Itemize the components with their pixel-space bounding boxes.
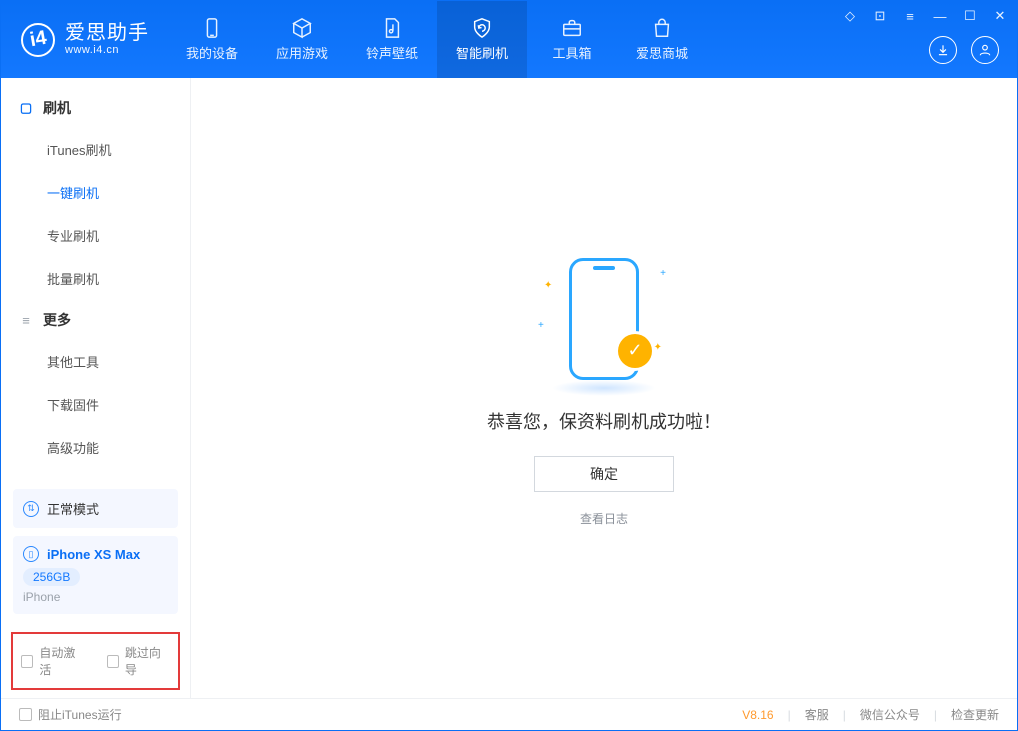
footer-wechat-link[interactable]: 微信公众号 <box>860 706 920 723</box>
logo-text: 爱思助手 www.i4.cn <box>65 22 149 56</box>
tab-label: 工具箱 <box>552 43 591 62</box>
tab-apps-games[interactable]: 应用游戏 <box>257 1 347 78</box>
version-label: V8.16 <box>742 708 773 722</box>
tab-label: 应用游戏 <box>276 43 328 62</box>
tab-label: 智能刷机 <box>456 43 508 62</box>
view-log-link[interactable]: 查看日志 <box>580 510 628 527</box>
sidebar-item-oneclick-flash[interactable]: 一键刷机 <box>1 171 190 214</box>
checkbox-block-itunes[interactable]: 阻止iTunes运行 <box>19 706 122 723</box>
skin-icon[interactable]: ◇ <box>839 5 861 27</box>
footer-support-link[interactable]: 客服 <box>805 706 829 723</box>
checkmark-badge-icon: ✓ <box>618 334 652 368</box>
sidebar-item-other-tools[interactable]: 其他工具 <box>1 340 190 383</box>
sidebar: ▢ 刷机 iTunes刷机 一键刷机 专业刷机 批量刷机 ≡ 更多 其他工具 下… <box>1 78 191 698</box>
sidebar-item-download-firmware[interactable]: 下载固件 <box>1 383 190 426</box>
tab-label: 爱思商城 <box>636 43 688 62</box>
options-highlight: 自动激活 跳过向导 <box>11 632 180 690</box>
device-name: iPhone XS Max <box>47 547 140 562</box>
tab-toolbox[interactable]: 工具箱 <box>527 1 617 78</box>
device-type: iPhone <box>23 590 168 604</box>
tab-label: 我的设备 <box>186 43 238 62</box>
header-tabs: 我的设备 应用游戏 铃声壁纸 智能刷机 工具箱 爱思商城 <box>167 1 707 78</box>
success-illustration: ✓ ✦ + + ✦ <box>524 250 684 390</box>
music-file-icon <box>380 17 404 39</box>
checkbox-label: 阻止iTunes运行 <box>38 706 122 723</box>
footer-check-update-link[interactable]: 检查更新 <box>951 706 999 723</box>
checkbox-auto-activate[interactable]: 自动激活 <box>21 644 85 678</box>
header-right-buttons <box>929 36 999 64</box>
sidebar-item-itunes-flash[interactable]: iTunes刷机 <box>1 128 190 171</box>
tab-smart-flash[interactable]: 智能刷机 <box>437 1 527 78</box>
close-button[interactable]: ✕ <box>989 5 1011 27</box>
header: i4 爱思助手 www.i4.cn 我的设备 应用游戏 铃声壁纸 智能刷机 <box>1 1 1017 78</box>
app-window: i4 爱思助手 www.i4.cn 我的设备 应用游戏 铃声壁纸 智能刷机 <box>0 0 1018 731</box>
feedback-icon[interactable]: ⊡ <box>869 5 891 27</box>
tab-label: 铃声壁纸 <box>366 43 418 62</box>
device-panel[interactable]: ▯ iPhone XS Max 256GB iPhone <box>13 536 178 614</box>
sidebar-item-batch-flash[interactable]: 批量刷机 <box>1 257 190 300</box>
sparkle-icon: + <box>660 268 666 279</box>
download-icon <box>936 43 950 57</box>
ok-button[interactable]: 确定 <box>534 456 674 492</box>
sparkle-icon: ✦ <box>544 280 552 291</box>
sidebar-item-advanced[interactable]: 高级功能 <box>1 426 190 469</box>
app-name: 爱思助手 <box>65 22 149 44</box>
list-icon: ≡ <box>19 313 33 327</box>
minimize-button[interactable]: — <box>929 5 951 27</box>
user-icon <box>978 43 992 57</box>
checkbox-label: 自动激活 <box>39 644 84 678</box>
checkbox-icon <box>19 708 32 721</box>
body: ▢ 刷机 iTunes刷机 一键刷机 专业刷机 批量刷机 ≡ 更多 其他工具 下… <box>1 78 1017 698</box>
section-label: 刷机 <box>43 98 71 118</box>
shield-refresh-icon <box>470 17 494 39</box>
app-url: www.i4.cn <box>65 44 149 56</box>
download-button[interactable] <box>929 36 957 64</box>
checkbox-label: 跳过向导 <box>125 644 170 678</box>
toolbox-icon <box>560 17 584 39</box>
tab-store[interactable]: 爱思商城 <box>617 1 707 78</box>
mode-icon: ⇅ <box>23 501 39 517</box>
mode-panel[interactable]: ⇅ 正常模式 <box>13 489 178 528</box>
tab-ringtones-wallpapers[interactable]: 铃声壁纸 <box>347 1 437 78</box>
checkbox-icon <box>107 655 119 668</box>
phone-small-icon: ▯ <box>23 546 39 562</box>
footer: 阻止iTunes运行 V8.16 | 客服 | 微信公众号 | 检查更新 <box>1 698 1017 730</box>
maximize-button[interactable]: ☐ <box>959 5 981 27</box>
device-icon: ▢ <box>19 101 33 115</box>
phone-icon <box>200 17 224 39</box>
section-label: 更多 <box>43 310 71 330</box>
section-flash: ▢ 刷机 <box>1 88 190 128</box>
cube-icon <box>290 17 314 39</box>
window-controls: ◇ ⊡ ≡ — ☐ ✕ <box>839 5 1011 27</box>
sidebar-item-pro-flash[interactable]: 专业刷机 <box>1 214 190 257</box>
capacity-badge: 256GB <box>23 568 80 586</box>
checkbox-icon <box>21 655 33 668</box>
profile-button[interactable] <box>971 36 999 64</box>
menu-icon[interactable]: ≡ <box>899 5 921 27</box>
bag-icon <box>650 17 674 39</box>
sparkle-icon: ✦ <box>654 342 662 353</box>
logo: i4 爱思助手 www.i4.cn <box>1 1 167 78</box>
logo-icon: i4 <box>21 23 55 57</box>
success-message: 恭喜您，保资料刷机成功啦！ <box>487 408 721 434</box>
mode-label: 正常模式 <box>47 499 99 518</box>
main-content: ✓ ✦ + + ✦ 恭喜您，保资料刷机成功啦！ 确定 查看日志 <box>191 78 1017 698</box>
section-more: ≡ 更多 <box>1 300 190 340</box>
tab-my-device[interactable]: 我的设备 <box>167 1 257 78</box>
sparkle-icon: + <box>538 320 544 331</box>
checkbox-skip-wizard[interactable]: 跳过向导 <box>107 644 171 678</box>
